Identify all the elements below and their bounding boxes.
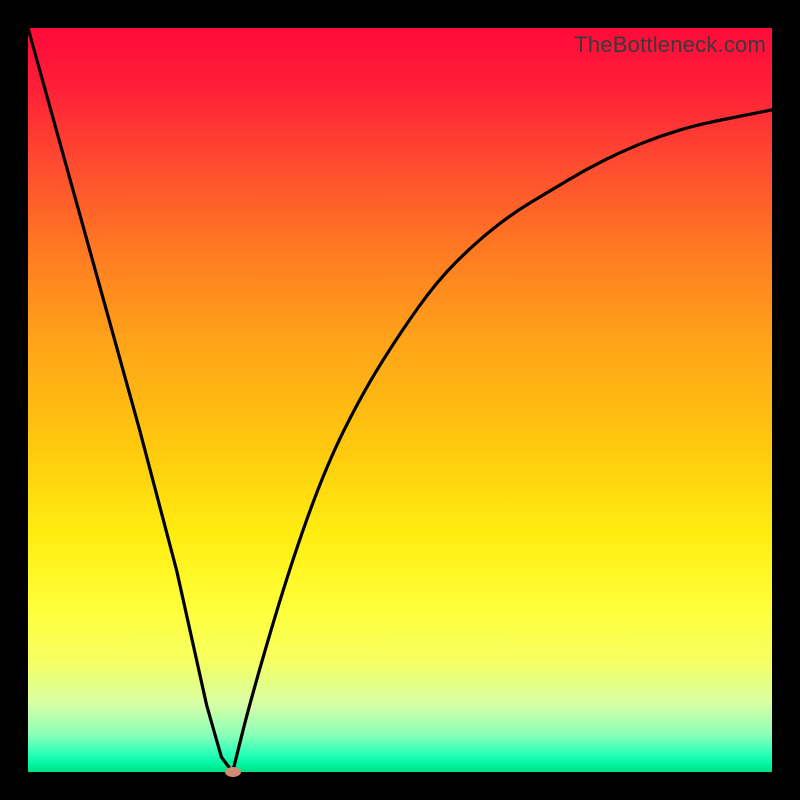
bottleneck-curve: [28, 28, 772, 772]
optimal-point-marker: [225, 767, 241, 777]
plot-area: TheBottleneck.com: [28, 28, 772, 772]
chart-frame: TheBottleneck.com: [0, 0, 800, 800]
